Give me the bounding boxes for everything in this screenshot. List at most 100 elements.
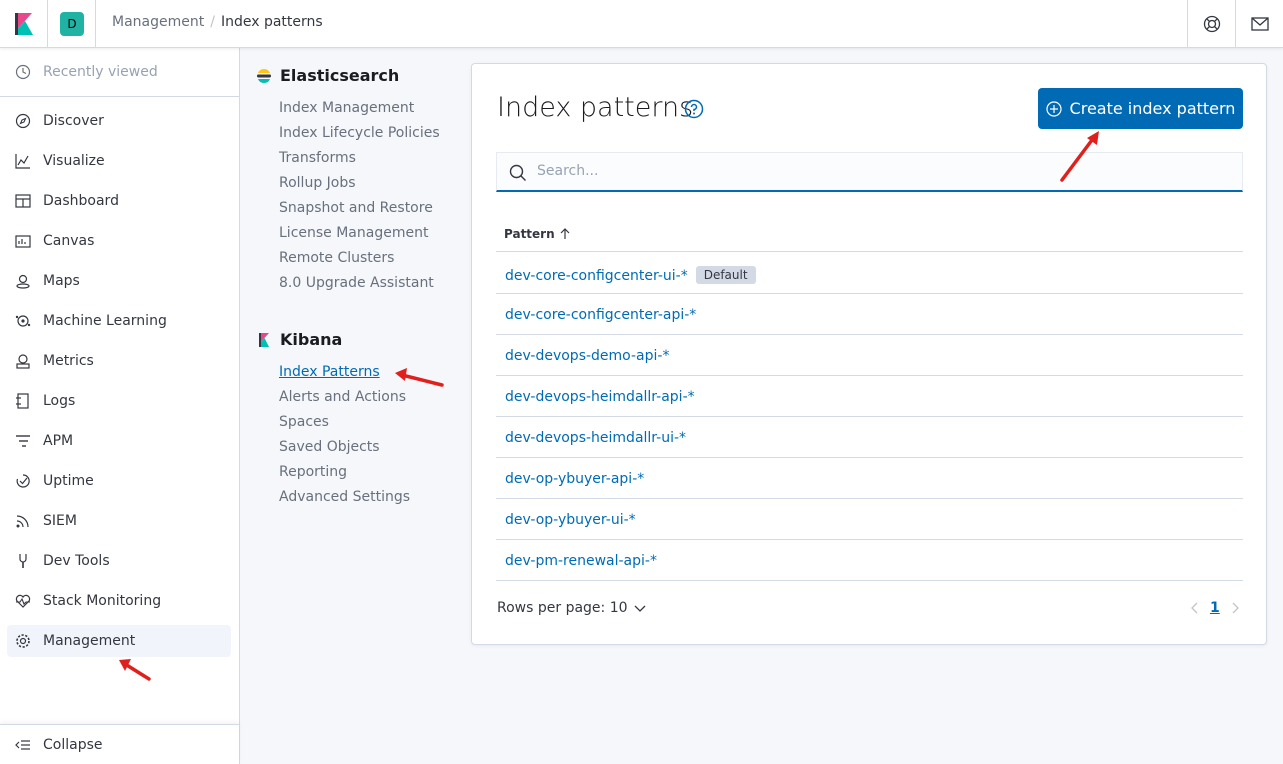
nav-item-machine-learning[interactable]: Machine Learning bbox=[7, 305, 231, 337]
link-reporting[interactable]: Reporting bbox=[279, 464, 347, 480]
page-title: Index patterns bbox=[497, 92, 694, 123]
link-rollup-jobs[interactable]: Rollup Jobs bbox=[279, 175, 356, 191]
kibana-logo-icon bbox=[15, 13, 33, 35]
pattern-link[interactable]: dev-devops-demo-api-* bbox=[505, 348, 669, 364]
nav-item-dashboard[interactable]: Dashboard bbox=[7, 185, 231, 217]
link-index-management[interactable]: Index Management bbox=[279, 100, 414, 116]
link-alerts-and-actions[interactable]: Alerts and Actions bbox=[279, 389, 406, 405]
plus-circle-icon bbox=[1045, 100, 1062, 117]
link-license-management[interactable]: License Management bbox=[279, 225, 428, 241]
nav-item-maps[interactable]: Maps bbox=[7, 265, 231, 297]
table-row: dev-devops-demo-api-* bbox=[496, 335, 1243, 376]
table-row: dev-core-configcenter-api-* bbox=[496, 294, 1243, 335]
pattern-link[interactable]: dev-op-ybuyer-ui-* bbox=[505, 512, 636, 528]
canvas-icon bbox=[15, 235, 31, 248]
kibana-logo-icon bbox=[259, 332, 269, 347]
sort-ascending-icon bbox=[560, 228, 570, 239]
chevron-right-icon[interactable] bbox=[1230, 602, 1240, 614]
breadcrumb-separator: / bbox=[210, 14, 215, 30]
nav-item-label: Uptime bbox=[43, 473, 94, 489]
apm-icon bbox=[16, 435, 30, 447]
management-sidebar: Elasticsearch Index Management Index Lif… bbox=[240, 48, 470, 764]
compass-icon bbox=[15, 113, 31, 129]
link-index-patterns[interactable]: Index Patterns bbox=[279, 364, 380, 380]
nav-item-canvas[interactable]: Canvas bbox=[7, 225, 231, 257]
nav-item-label: Stack Monitoring bbox=[43, 593, 162, 609]
recently-viewed-row: Recently viewed bbox=[7, 56, 231, 88]
default-badge: Default bbox=[695, 266, 756, 284]
nav-item-label: Machine Learning bbox=[43, 313, 167, 329]
nav-item-dev-tools[interactable]: Dev Tools bbox=[7, 545, 231, 577]
index-patterns-panel: Index patterns Create index pattern Patt… bbox=[471, 63, 1267, 645]
breadcrumb-management[interactable]: Management bbox=[112, 14, 204, 30]
newsfeed-button[interactable] bbox=[1235, 0, 1283, 48]
pattern-link[interactable]: dev-core-configcenter-api-* bbox=[505, 307, 696, 323]
machine-learning-icon bbox=[15, 315, 31, 327]
nav-item-uptime[interactable]: Uptime bbox=[7, 465, 231, 497]
breadcrumb: Management / Index patterns bbox=[112, 14, 323, 30]
link-remote-clusters[interactable]: Remote Clusters bbox=[279, 250, 394, 266]
table-row: dev-devops-heimdallr-api-* bbox=[496, 376, 1243, 417]
table-row: dev-op-ybuyer-api-* bbox=[496, 458, 1243, 499]
chevron-down-icon bbox=[634, 605, 645, 612]
pattern-link[interactable]: dev-devops-heimdallr-ui-* bbox=[505, 430, 686, 446]
siem-icon bbox=[16, 515, 29, 528]
logs-icon bbox=[16, 393, 29, 409]
nav-item-label: Maps bbox=[43, 273, 80, 289]
collapse-label: Collapse bbox=[43, 737, 103, 753]
search-icon bbox=[509, 164, 526, 181]
nav-item-metrics[interactable]: Metrics bbox=[7, 345, 231, 377]
nav-item-management[interactable]: Management bbox=[7, 625, 231, 657]
clock-icon bbox=[15, 64, 31, 80]
elasticsearch-logo-icon bbox=[257, 68, 271, 83]
dashboard-icon bbox=[15, 194, 31, 208]
pattern-link[interactable]: dev-pm-renewal-api-* bbox=[505, 553, 657, 569]
chevron-left-icon[interactable] bbox=[1190, 602, 1200, 614]
nav-item-stack-monitoring[interactable]: Stack Monitoring bbox=[7, 585, 231, 617]
link-snapshot-and-restore[interactable]: Snapshot and Restore bbox=[279, 200, 433, 216]
link-transforms[interactable]: Transforms bbox=[279, 150, 356, 166]
pattern-name[interactable]: dev-core-configcenter-ui-* bbox=[505, 268, 688, 284]
nav-item-label: Dev Tools bbox=[43, 553, 110, 569]
pattern-column-label: Pattern bbox=[504, 227, 555, 241]
link-advanced-settings[interactable]: Advanced Settings bbox=[279, 489, 410, 505]
maps-icon bbox=[16, 274, 30, 289]
pattern-column-header[interactable]: Pattern bbox=[504, 227, 571, 241]
nav-item-label: SIEM bbox=[43, 513, 77, 529]
gear-icon bbox=[16, 634, 30, 648]
kibana-section-title: Kibana bbox=[256, 330, 342, 349]
nav-item-visualize[interactable]: Visualize bbox=[7, 145, 231, 177]
search-input[interactable] bbox=[537, 163, 1217, 179]
nav-item-logs[interactable]: Logs bbox=[7, 385, 231, 417]
link-saved-objects[interactable]: Saved Objects bbox=[279, 439, 380, 455]
nav-item-label: Visualize bbox=[43, 153, 105, 169]
collapse-icon bbox=[15, 740, 30, 750]
page-number[interactable]: 1 bbox=[1210, 600, 1220, 616]
table-header: Pattern bbox=[496, 214, 1243, 252]
metrics-icon bbox=[16, 354, 30, 369]
nav-item-label: APM bbox=[43, 433, 74, 449]
space-selector[interactable]: D bbox=[48, 0, 96, 48]
nav-item-siem[interactable]: SIEM bbox=[7, 505, 231, 537]
pattern-link[interactable]: dev-op-ybuyer-api-* bbox=[505, 471, 644, 487]
visualize-icon bbox=[15, 154, 30, 169]
recently-viewed[interactable]: Recently viewed bbox=[0, 48, 239, 97]
table-row: dev-op-ybuyer-ui-* bbox=[496, 499, 1243, 540]
link-index-lifecycle-policies[interactable]: Index Lifecycle Policies bbox=[279, 125, 440, 141]
rows-per-page-selector[interactable]: Rows per page: 10 bbox=[497, 600, 646, 616]
kibana-logo[interactable] bbox=[0, 0, 48, 48]
question-circle-icon[interactable] bbox=[684, 99, 704, 119]
nav-item-discover[interactable]: Discover bbox=[7, 105, 231, 137]
nav-item-label: Discover bbox=[43, 113, 104, 129]
rows-per-page-label: Rows per page: 10 bbox=[497, 600, 628, 616]
collapse-nav-button[interactable]: Collapse bbox=[0, 724, 239, 764]
link-upgrade-assistant[interactable]: 8.0 Upgrade Assistant bbox=[279, 275, 434, 291]
table-row: dev-pm-renewal-api-* bbox=[496, 540, 1243, 581]
pattern-link[interactable]: dev-devops-heimdallr-api-* bbox=[505, 389, 695, 405]
help-menu-button[interactable] bbox=[1187, 0, 1235, 48]
create-index-pattern-button[interactable]: Create index pattern bbox=[1038, 88, 1243, 129]
collapse-row: Collapse bbox=[7, 729, 231, 761]
nav-item-apm[interactable]: APM bbox=[7, 425, 231, 457]
nav-item-label: Metrics bbox=[43, 353, 94, 369]
link-spaces[interactable]: Spaces bbox=[279, 414, 329, 430]
